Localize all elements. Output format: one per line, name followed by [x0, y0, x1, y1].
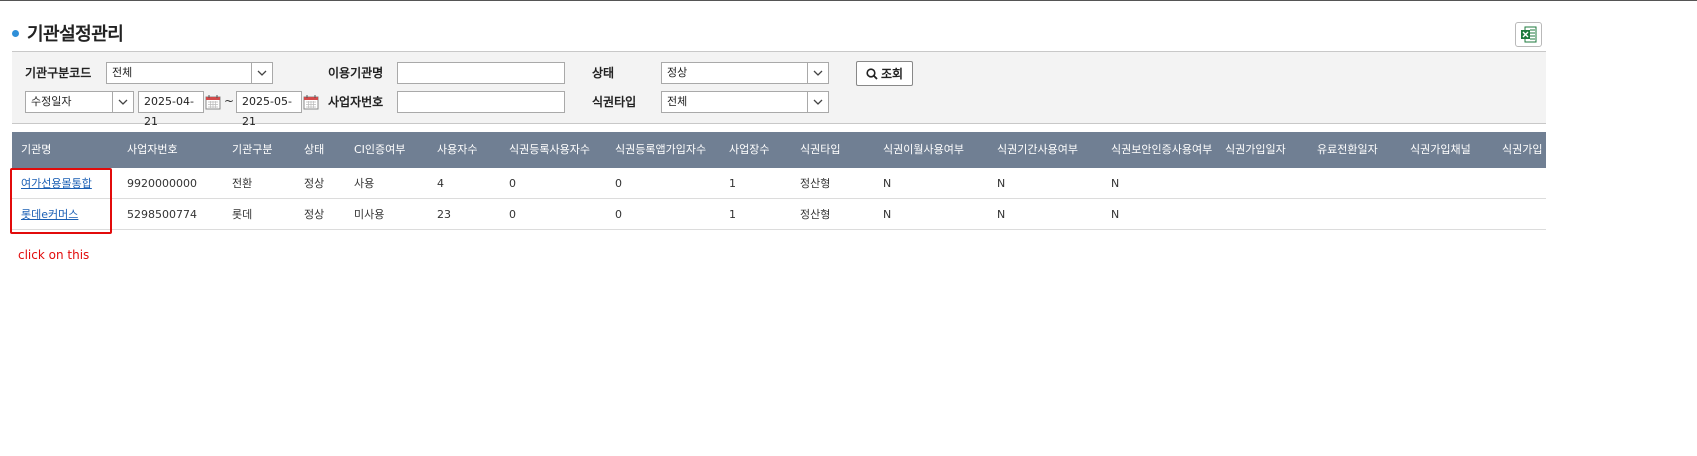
- page-title: 기관설정관리: [27, 24, 124, 45]
- column-header: 식권등록앱가입자수: [615, 143, 707, 156]
- table-cell: N: [997, 177, 1006, 190]
- column-header: 식권등록사용자수: [509, 143, 590, 156]
- table-cell: 여가선용몰통합: [21, 168, 121, 199]
- date-type-value: 수정일자: [31, 95, 72, 108]
- table-cell: [1410, 168, 1500, 199]
- magnifier-icon: [866, 67, 878, 80]
- bullet-icon: [12, 29, 19, 37]
- ticket-type-select[interactable]: 전체: [661, 91, 829, 113]
- table-cell: [1502, 168, 1562, 199]
- column-header: CI인증여부: [354, 143, 406, 156]
- org-name-link[interactable]: 롯데e커머스: [21, 208, 78, 221]
- table-cell: 0: [615, 208, 622, 221]
- table-cell: 롯데e커머스: [21, 199, 121, 230]
- top-border: [0, 0, 1697, 1]
- search-button[interactable]: 조회: [856, 61, 913, 86]
- table-cell: 정상: [304, 208, 325, 221]
- chevron-down-icon: [807, 92, 828, 112]
- org-name-link[interactable]: 여가선용몰통합: [21, 177, 92, 190]
- search-panel: 기관구분코드 전체 이용기관명 상태 정상 조회 수정일자 2025-04-21…: [12, 51, 1546, 128]
- grid-header: 기관명 사업자번호 기관구분 상태 CI인증여부 사용자수 식권등록사용자수 식권등록앱가입자…: [12, 132, 1546, 168]
- title-bar: 기관설정관리: [12, 20, 124, 46]
- table-cell: [1317, 168, 1407, 199]
- org-name-label: 이용기관명: [328, 66, 384, 80]
- table-cell: N: [883, 177, 892, 190]
- chevron-down-icon: [112, 92, 133, 112]
- table-cell: 5298500774: [127, 208, 197, 221]
- org-type-code-value: 전체: [112, 66, 133, 79]
- click-instruction: click on this: [18, 248, 90, 262]
- column-header: 식권보안인증사용여부: [1111, 143, 1213, 156]
- date-from-input[interactable]: 2025-04-21: [138, 91, 204, 128]
- status-label: 상태: [592, 66, 615, 80]
- chevron-down-icon: [807, 63, 828, 83]
- table-cell: [1502, 199, 1562, 230]
- table-cell: 정산형: [800, 208, 831, 221]
- column-header: 사용자수: [437, 143, 478, 156]
- search-button-label: 조회: [880, 67, 904, 81]
- table-cell: 정산형: [800, 177, 831, 190]
- table-cell: [1225, 168, 1315, 199]
- table-cell: 정상: [304, 177, 325, 190]
- table-cell: 미사용: [354, 208, 385, 221]
- column-header: 기관구분: [232, 143, 273, 156]
- status-select[interactable]: 정상: [661, 62, 829, 84]
- date-to-value: 2025-05-21: [242, 95, 292, 128]
- date-to-input[interactable]: 2025-05-21: [236, 91, 302, 128]
- calendar-icon[interactable]: [303, 94, 319, 110]
- table-row[interactable]: 여가선용몰통합 9920000000 전환 정상 사용 4 0 0 1 정산형 N N N: [12, 168, 1546, 199]
- grid-body: 여가선용몰통합 9920000000 전환 정상 사용 4 0 0 1 정산형 N N N 롯데e커머스 5…: [12, 168, 1546, 230]
- column-header: 기관명: [21, 143, 52, 156]
- calendar-icon[interactable]: [205, 94, 221, 110]
- table-cell: 롯데: [232, 208, 253, 221]
- table-cell: 0: [509, 177, 516, 190]
- table-cell: [1317, 199, 1407, 230]
- org-type-code-label: 기관구분코드: [25, 66, 92, 80]
- table-cell: 전환: [232, 177, 253, 190]
- column-header: 식권기간사용여부: [997, 143, 1078, 156]
- excel-icon: [1520, 26, 1536, 43]
- column-header: 사업장수: [729, 143, 770, 156]
- table-cell: 9920000000: [127, 177, 197, 190]
- status-value: 정상: [667, 66, 688, 79]
- table-cell: [1225, 199, 1315, 230]
- table-cell: 1: [729, 208, 736, 221]
- column-header: 식권가입채널: [1410, 143, 1471, 156]
- table-cell: 0: [509, 208, 516, 221]
- date-type-select[interactable]: 수정일자: [25, 91, 134, 113]
- table-cell: N: [1111, 208, 1120, 221]
- table-cell: 23: [437, 208, 451, 221]
- table-cell: N: [883, 208, 892, 221]
- column-header: 상태: [304, 143, 325, 156]
- biz-no-label: 사업자번호: [328, 95, 384, 109]
- column-header: 사업자번호: [127, 143, 178, 156]
- org-name-input[interactable]: [397, 62, 565, 84]
- table-cell: 1: [729, 177, 736, 190]
- excel-download-button[interactable]: [1515, 22, 1542, 47]
- ticket-type-label: 식권타입: [592, 95, 637, 109]
- date-separator: ~: [224, 94, 235, 108]
- column-header: 식권이월사용여부: [883, 143, 964, 156]
- table-cell: N: [1111, 177, 1120, 190]
- org-grid: 기관명 사업자번호 기관구분 상태 CI인증여부 사용자수 식권등록사용자수 식권등록앱가입자…: [12, 132, 1546, 230]
- table-cell: 4: [437, 177, 444, 190]
- column-header: 식권타입: [800, 143, 841, 156]
- table-cell: 0: [615, 177, 622, 190]
- table-row[interactable]: 롯데e커머스 5298500774 롯데 정상 미사용 23 0 0 1 정산형 N N N: [12, 199, 1546, 230]
- table-cell: [1410, 199, 1500, 230]
- column-header: 유료전환일자: [1317, 143, 1378, 156]
- date-from-value: 2025-04-21: [144, 95, 194, 128]
- table-cell: 사용: [354, 177, 375, 190]
- chevron-down-icon: [251, 63, 272, 83]
- column-header: 식권가입일자: [1225, 143, 1286, 156]
- table-cell: N: [997, 208, 1006, 221]
- org-type-code-select[interactable]: 전체: [106, 62, 273, 84]
- biz-no-input[interactable]: [397, 91, 565, 113]
- column-header: 식권가입: [1502, 143, 1543, 156]
- ticket-type-value: 전체: [667, 95, 688, 108]
